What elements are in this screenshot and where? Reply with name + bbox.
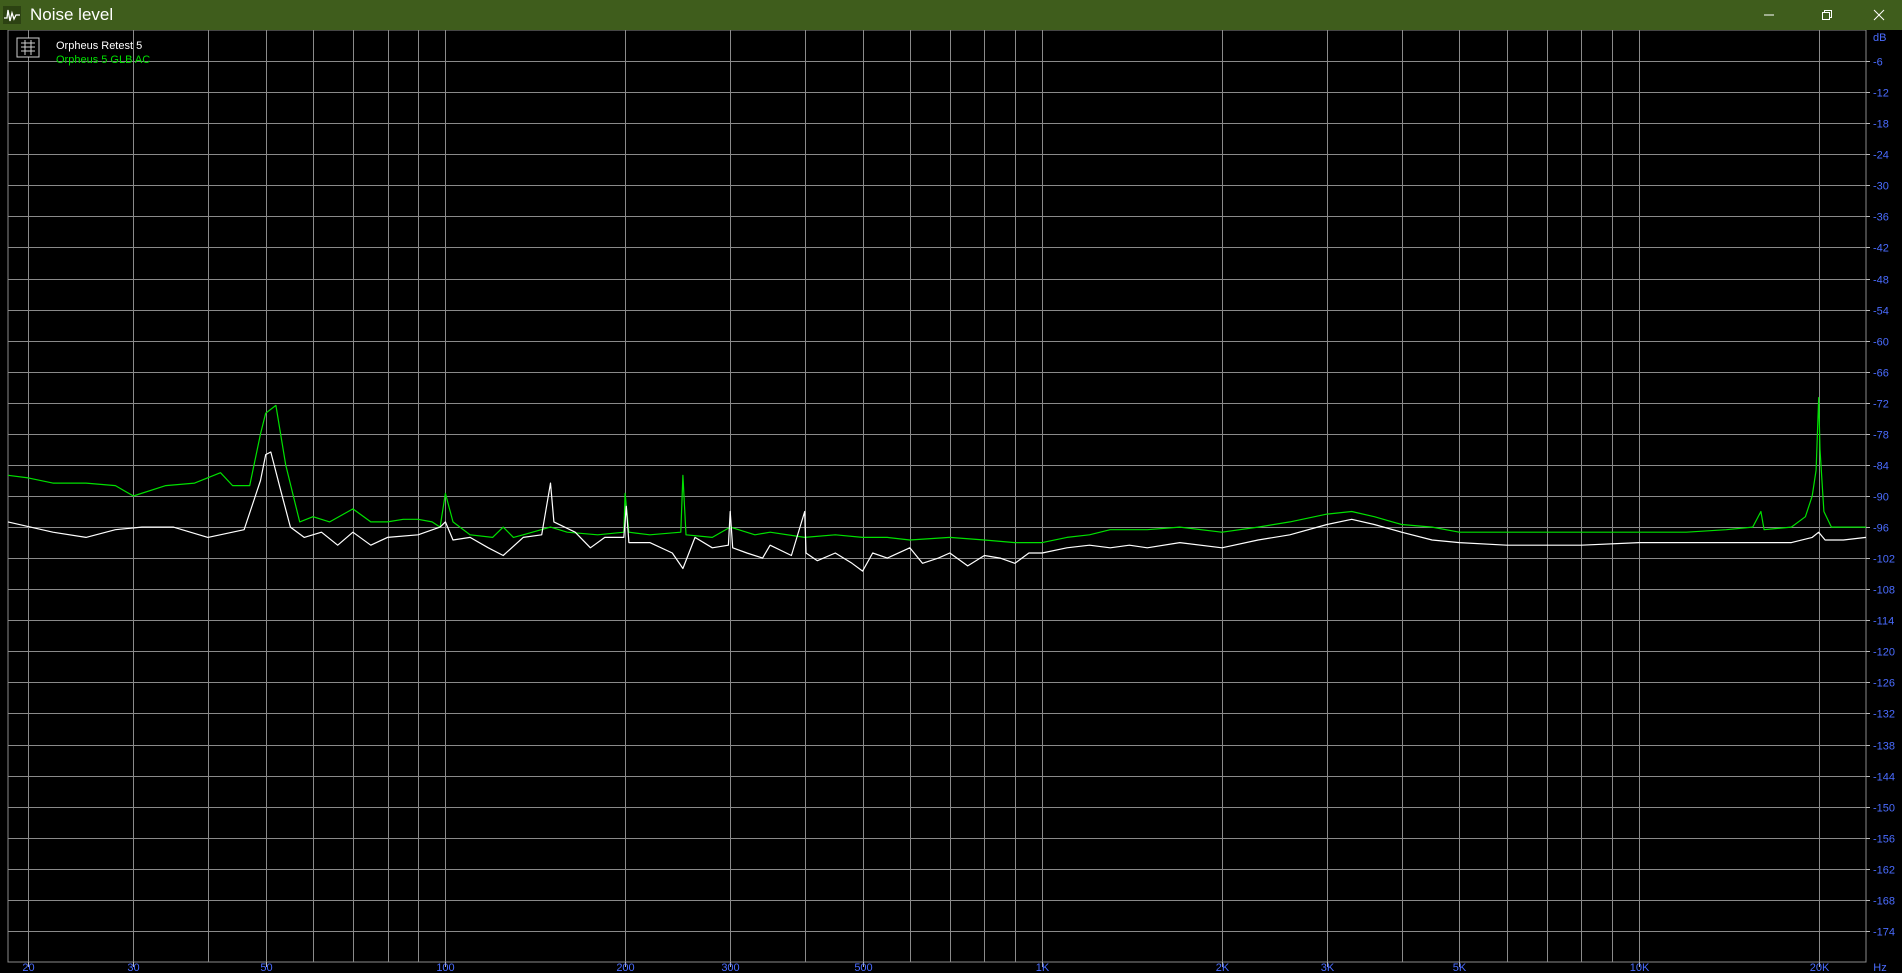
app-waveform-icon [3,6,21,24]
x-tick-label: 300 [721,962,739,973]
x-tick-label: 5K [1453,962,1467,973]
y-tick-label: -96 [1873,523,1889,535]
y-tick-label: -120 [1873,647,1895,659]
y-tick-label: -168 [1873,896,1895,908]
restore-button[interactable] [1804,0,1850,30]
x-tick-label: 500 [854,962,872,973]
y-tick-label: -90 [1873,492,1889,504]
y-tick-label: -114 [1873,616,1894,628]
x-tick-label: 10K [1630,962,1650,973]
y-tick-label: -18 [1873,119,1889,131]
chart-panel: -6 -12 -18 -24 -30 -36 -42 -48 -54 -60 -66 -72 -78 -8… [0,30,1902,973]
x-unit-label: Hz [1873,962,1886,973]
close-icon [1873,9,1885,21]
y-tick-label: -78 [1873,430,1889,442]
y-tick-label: -72 [1873,399,1889,411]
x-tick-label: 2K [1216,962,1230,973]
minimize-button[interactable] [1746,0,1792,30]
y-tick-label: -6 [1873,57,1883,69]
y-tick-label: -132 [1873,709,1895,721]
restore-icon [1822,9,1832,20]
y-tick-label: -108 [1873,585,1895,597]
y-tick-label: -126 [1873,678,1895,690]
y-tick-label: -66 [1873,368,1889,380]
y-tick-label: -138 [1873,741,1895,753]
minimize-icon [1764,14,1774,16]
y-tick-label: -48 [1873,275,1889,287]
x-tick-label: 200 [616,962,634,973]
y-tick-label: -12 [1873,88,1889,100]
x-tick-label: 30 [127,962,139,973]
noise-level-chart[interactable]: -6 -12 -18 -24 -30 -36 -42 -48 -54 -60 -66 -72 -78 -8… [0,30,1902,973]
y-tick-label: -174 [1873,927,1895,939]
y-tick-label: -42 [1873,243,1889,255]
y-tick-label: -36 [1873,212,1889,224]
legend-entry-0: Orpheus Retest 5 [56,40,142,52]
y-unit-label: dB [1873,32,1886,44]
y-tick-label: -144 [1873,772,1895,784]
y-tick-label: -60 [1873,337,1889,349]
y-tick-label: -84 [1873,461,1889,473]
y-tick-label: -156 [1873,834,1895,846]
close-button[interactable] [1856,0,1902,30]
x-tick-label: 3K [1321,962,1335,973]
window-title: Noise level [30,5,114,24]
y-tick-label: -102 [1873,554,1895,566]
title-bar[interactable]: Noise level [0,0,1902,30]
x-tick-label: 20K [1810,962,1830,973]
legend-entry-1: Orpheus 5 GLB AC [56,54,150,66]
y-tick-label: -30 [1873,181,1889,193]
y-tick-label: -162 [1873,865,1895,877]
x-tick-label: 100 [436,962,454,973]
x-tick-label: 20 [22,962,34,973]
y-tick-label: -24 [1873,150,1889,162]
x-tick-label: 1K [1036,962,1050,973]
y-tick-label: -54 [1873,306,1889,318]
y-tick-label: -150 [1873,803,1895,815]
x-tick-label: 50 [260,962,272,973]
